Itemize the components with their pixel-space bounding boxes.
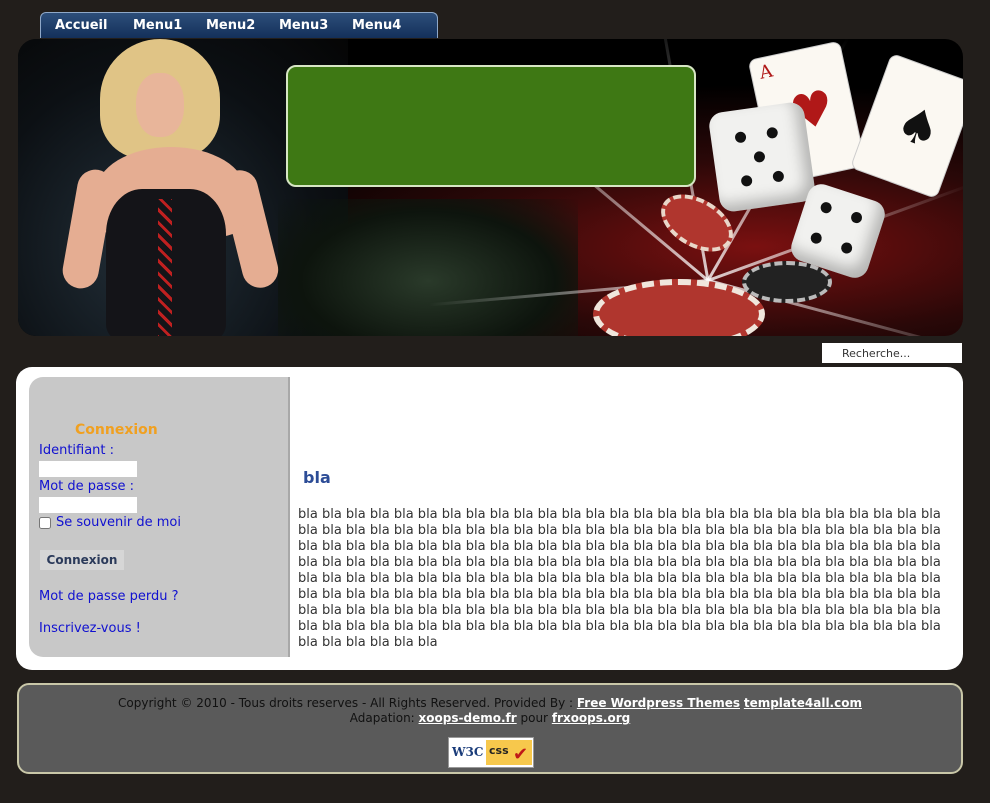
banner-title-box <box>286 65 696 187</box>
login-title: Connexion <box>75 422 158 438</box>
xoops-demo-link[interactable]: xoops-demo.fr <box>419 711 517 725</box>
identifier-label: Identifiant : <box>39 443 115 458</box>
banner-table-shadow <box>278 199 578 336</box>
login-sidebar: Connexion Identifiant : Mot de passe : S… <box>29 377 290 657</box>
top-nav: Accueil Menu1 Menu2 Menu3 Menu4 <box>40 12 438 38</box>
poker-chip <box>742 261 832 303</box>
password-input[interactable] <box>39 497 137 513</box>
remember-label: Se souvenir de moi <box>56 515 181 530</box>
search-input[interactable] <box>822 343 962 363</box>
login-button[interactable]: Connexion <box>40 550 124 570</box>
main-content: Connexion Identifiant : Mot de passe : S… <box>16 367 963 670</box>
frxoops-link[interactable]: frxoops.org <box>552 711 630 725</box>
footer: Copyright © 2010 - Tous droits reserves … <box>17 683 963 774</box>
ace-of-spades-card: ♠ <box>849 52 963 200</box>
remember-checkbox[interactable] <box>39 517 51 529</box>
nav-item-menu2[interactable]: Menu2 <box>206 18 255 33</box>
adaptation-mid-text: pour <box>516 711 552 725</box>
free-wordpress-themes-link[interactable]: Free Wordpress Themes <box>577 696 740 710</box>
nav-item-menu1[interactable]: Menu1 <box>133 18 182 33</box>
footer-adaptation-line: Adapation: xoops-demo.fr pour frxoops.or… <box>19 711 961 725</box>
model-lace <box>158 199 172 336</box>
model-face <box>136 73 184 137</box>
footer-copyright-line: Copyright © 2010 - Tous droits reserves … <box>19 696 961 710</box>
w3c-badge-text: W3C <box>452 745 484 759</box>
article-body: bla bla bla bla bla bla bla bla bla bla … <box>298 507 941 650</box>
register-link[interactable]: Inscrivez-vous ! <box>39 621 141 636</box>
adaptation-text: Adapation: <box>349 711 419 725</box>
nav-item-menu3[interactable]: Menu3 <box>279 18 328 33</box>
header-banner: A ♥ ♠ <box>18 39 963 336</box>
article-title: bla <box>303 468 331 487</box>
w3c-css-badge[interactable]: W3C css ✔ <box>448 737 534 768</box>
copyright-text: Copyright © 2010 - Tous droits reserves … <box>118 696 577 710</box>
nav-item-accueil[interactable]: Accueil <box>55 18 107 33</box>
die-large <box>707 100 817 214</box>
template4all-link[interactable]: template4all.com <box>744 696 862 710</box>
checkmark-icon: ✔ <box>513 744 529 765</box>
identifier-input[interactable] <box>39 461 137 477</box>
password-label: Mot de passe : <box>39 479 135 494</box>
nav-item-menu4[interactable]: Menu4 <box>352 18 401 33</box>
css-badge-text: css <box>489 744 509 757</box>
lost-password-link[interactable]: Mot de passe perdu ? <box>39 589 179 604</box>
